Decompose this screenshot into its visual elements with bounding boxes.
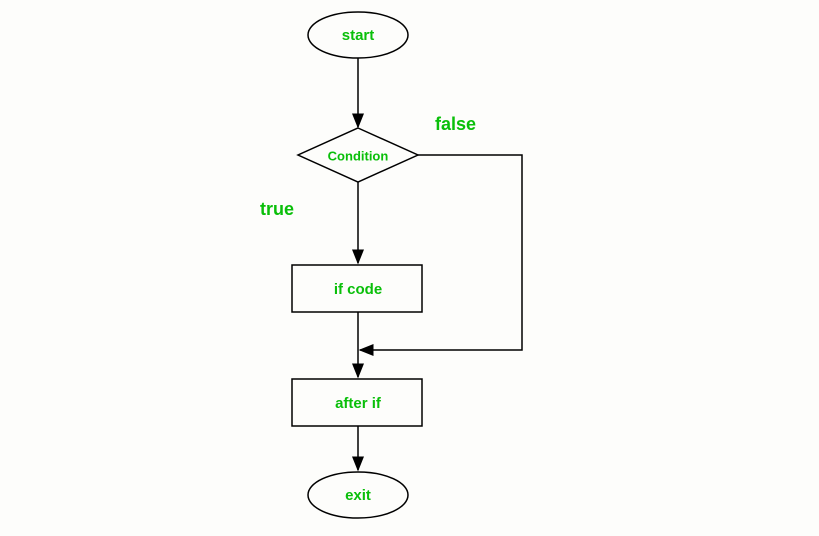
afterif-label: after if [335, 395, 382, 412]
ifcode-label: if code [334, 281, 382, 298]
flowchart-diagram: start Condition false true if code after… [0, 0, 819, 531]
condition-label: Condition [328, 148, 389, 163]
edge-condition-afterif-false [360, 155, 522, 350]
false-label: false [435, 114, 476, 134]
start-label: start [342, 27, 375, 44]
exit-label: exit [345, 487, 371, 504]
true-label: true [260, 199, 294, 219]
